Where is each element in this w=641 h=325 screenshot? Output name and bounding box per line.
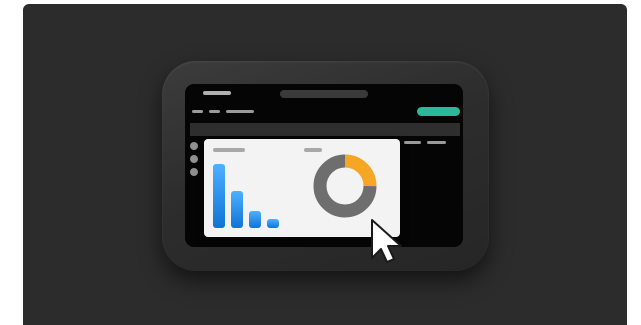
bar-chart: [213, 164, 279, 228]
sidebar-dot[interactable]: [190, 142, 198, 150]
nav-item-placeholder: [192, 110, 203, 113]
bar: [231, 191, 243, 228]
logo-placeholder: [203, 91, 231, 95]
address-bar: [280, 90, 368, 98]
side-text-placeholder: [404, 141, 421, 144]
bar: [249, 211, 261, 228]
nav-item-placeholder: [209, 110, 220, 113]
donut-chart: [313, 154, 377, 218]
panel-heading-placeholder: [304, 148, 322, 152]
nav-item-placeholder: [226, 110, 254, 113]
bar: [267, 219, 279, 228]
sidebar-dot[interactable]: [190, 168, 198, 176]
mouse-pointer-icon: [371, 219, 402, 263]
toolbar-strip: [190, 123, 460, 136]
panel-heading-placeholder: [213, 148, 245, 152]
side-text-placeholder: [427, 141, 446, 144]
cta-button[interactable]: [417, 107, 460, 116]
bar: [213, 164, 225, 228]
sidebar-dot[interactable]: [190, 155, 198, 163]
